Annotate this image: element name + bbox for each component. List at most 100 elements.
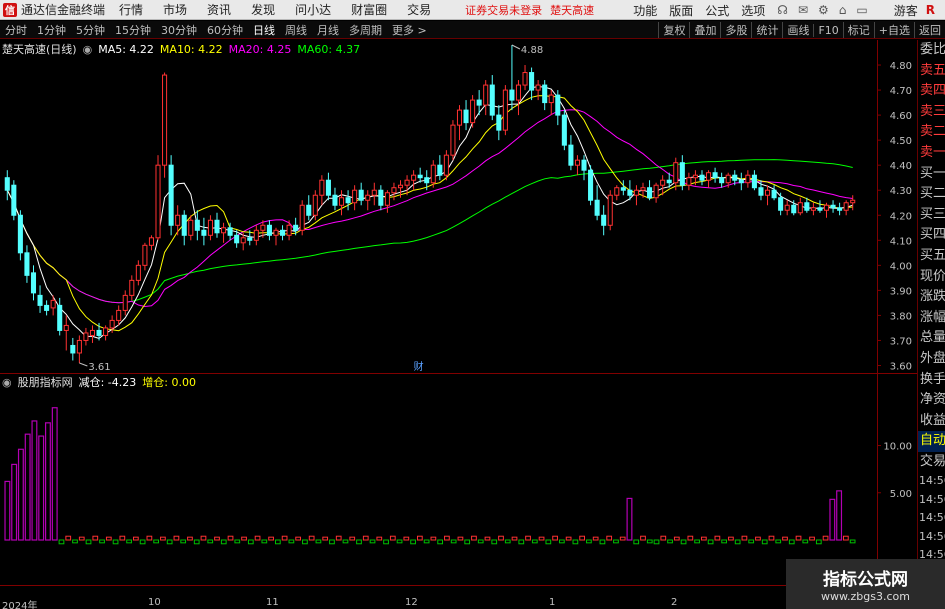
home-icon[interactable]: ⌂: [839, 3, 847, 17]
indicator-small-bar: [694, 539, 700, 544]
candle-body-up: [706, 172, 712, 181]
site-watermark: 指标公式网 www.zbgs3.com: [786, 559, 945, 609]
toolbar-button[interactable]: 画线: [782, 22, 813, 38]
period-tab[interactable]: 5分钟: [74, 22, 107, 38]
date-tick: 11: [266, 597, 279, 608]
indicator-small-bar: [72, 539, 78, 544]
legend-toggle-icon[interactable]: ◉: [83, 43, 93, 56]
toolbar-right-buttons: 复权 叠加 多股 统计 画线 F10 标记 +自选 返回: [658, 21, 945, 39]
candle-body-down: [594, 199, 600, 216]
quote-label: 卖四: [920, 83, 945, 99]
date-tick: 2: [671, 597, 678, 608]
menu-item-news[interactable]: 资讯: [207, 1, 231, 18]
menu-item-trade[interactable]: 交易: [407, 1, 431, 18]
menu-function[interactable]: 功能: [633, 2, 657, 19]
indicator-small-bar: [342, 539, 349, 544]
indicator-small-bar: [119, 535, 126, 541]
candle-body-down: [489, 84, 495, 116]
candle-body-up: [686, 177, 692, 186]
price-tick-label: 4.10: [890, 236, 912, 247]
indicator-small-bar: [511, 536, 518, 541]
toolbar-button[interactable]: F10: [813, 23, 842, 37]
period-tab[interactable]: 15分钟: [113, 22, 153, 38]
period-tab[interactable]: 日线: [251, 22, 277, 38]
service-icon[interactable]: ☊: [777, 3, 788, 17]
menu-layout[interactable]: 版面: [669, 2, 693, 19]
candle-body-up: [319, 179, 325, 196]
toolbar-button[interactable]: 返回: [914, 22, 945, 38]
indicator-toggle-icon[interactable]: ◉: [2, 376, 12, 389]
message-icon[interactable]: ✉: [798, 3, 808, 17]
mode-tab[interactable]: 交易: [918, 452, 945, 473]
quote-label: 买二: [920, 186, 945, 202]
price-tick-label: 3.60: [890, 361, 912, 372]
settings-icon[interactable]: ⚙: [818, 3, 829, 17]
menu-item-wealth[interactable]: 财富圈: [351, 1, 387, 18]
folder-icon[interactable]: ▭: [856, 3, 867, 17]
toolbar-button[interactable]: 标记: [842, 22, 874, 38]
menu-formula[interactable]: 公式: [705, 2, 729, 19]
candle-body-down: [679, 162, 685, 186]
minimize-icon[interactable]: R: [926, 3, 935, 17]
indicator-small-bar: [329, 539, 335, 545]
menu-bar: 信 通达信金融终端 行情 市场 资讯 发现 问小达 财富圈 交易 证券交易未登录…: [0, 0, 945, 20]
indicator-small-bar: [775, 539, 782, 544]
candle-body-up: [260, 224, 266, 231]
indicator-small-bar: [85, 539, 92, 545]
trade-status[interactable]: 证券交易未登录: [465, 2, 542, 18]
candle-body-up: [148, 237, 154, 246]
candle-body-down: [325, 179, 331, 196]
indicator-small-bar: [220, 539, 227, 545]
candle-body-down: [778, 197, 784, 211]
candle-body-up: [371, 189, 377, 196]
candle-body-down: [293, 224, 299, 231]
toolbar-button[interactable]: +自选: [873, 22, 914, 38]
low-price-label: 3.61: [88, 362, 110, 373]
price-tick-label: 4.20: [890, 211, 912, 222]
period-tab[interactable]: 60分钟: [205, 22, 245, 38]
toolbar-button[interactable]: 统计: [751, 22, 782, 38]
toolbar-button[interactable]: 复权: [658, 22, 689, 38]
period-tab[interactable]: 30分钟: [159, 22, 199, 38]
indicator-small-bar: [525, 535, 531, 541]
menu-item-market-center[interactable]: 市场: [163, 1, 187, 18]
quote-label: 买四: [920, 227, 945, 243]
period-toolbar: 分时 1分钟 5分钟 15分钟 30分钟 60分钟 日线 周线 月线 多周期 更多 > 复权 叠加 多股统…: [0, 21, 945, 39]
indicator-tick-label: 10.00: [883, 442, 912, 453]
period-tab[interactable]: 周线: [283, 22, 309, 38]
candle-body-up: [89, 329, 96, 336]
indicator-small-bar: [714, 535, 721, 541]
period-tab[interactable]: 分时: [3, 22, 29, 38]
price-tick-label: 4.00: [890, 261, 912, 272]
candle-body-up: [843, 202, 849, 211]
candle-body-up: [764, 189, 771, 196]
candle-body-up: [221, 227, 227, 234]
menu-options[interactable]: 选项: [741, 2, 765, 19]
period-tab[interactable]: 月线: [315, 22, 341, 38]
kline-chart[interactable]: 4.80 4.70 4.60 4.50 4.40 4.30 4.20 4.10 4.00 3.90…: [0, 40, 917, 597]
date-tick: 10: [148, 597, 161, 608]
price-tick-label: 4.50: [890, 136, 912, 147]
candle-body-up: [640, 187, 646, 191]
indicator-small-bar: [842, 535, 849, 541]
mode-tab[interactable]: 自动: [918, 431, 945, 452]
indicator-small-bar: [247, 539, 254, 545]
menu-item-market[interactable]: 行情: [119, 1, 143, 18]
indicator-bar: [31, 420, 38, 541]
indicator-small-bar: [437, 539, 444, 545]
indicator-small-bar: [132, 536, 139, 541]
quote-label: 净资: [920, 392, 945, 408]
price-tick-label: 4.70: [890, 86, 912, 97]
indicator-small-bar: [227, 535, 234, 541]
indicator-small-bar: [606, 535, 613, 541]
menu-item-ask[interactable]: 问小达: [295, 1, 331, 18]
period-tab[interactable]: 多周期: [347, 22, 384, 38]
period-tab[interactable]: 1分钟: [35, 22, 68, 38]
toolbar-button[interactable]: 叠加: [689, 22, 720, 38]
indicator-tick-label: 5.00: [890, 489, 912, 500]
toolbar-button[interactable]: 多股: [720, 22, 751, 38]
guest-user[interactable]: 游客: [894, 2, 918, 19]
indicator-small-bar: [673, 536, 680, 541]
period-tab[interactable]: 更多 >: [390, 22, 429, 38]
menu-item-discover[interactable]: 发现: [251, 1, 275, 18]
